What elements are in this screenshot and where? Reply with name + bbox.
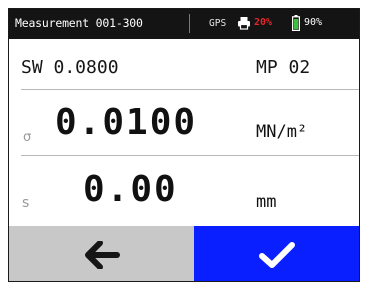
battery-level: 90% <box>304 17 323 28</box>
checkmark-icon <box>259 242 295 268</box>
s-value: 0.00 <box>83 169 178 210</box>
sigma-label: σ <box>23 130 32 145</box>
battery-icon <box>292 15 300 31</box>
sw-value: SW 0.0800 <box>21 57 119 78</box>
sigma-value: 0.0100 <box>55 102 198 143</box>
s-label: s <box>22 195 30 211</box>
printer-level: 20% <box>254 17 273 28</box>
s-unit: mm <box>256 192 277 212</box>
divider <box>21 89 359 90</box>
confirm-button[interactable] <box>194 226 359 281</box>
measurement-title: Measurement 001-300 <box>15 16 143 30</box>
status-bar: Measurement 001-300 GPS 20% 90% <box>9 9 359 39</box>
printer-icon <box>238 17 250 30</box>
gps-indicator: GPS <box>209 18 227 29</box>
device-screen: Measurement 001-300 GPS 20% 90% SW 0.080… <box>8 8 360 282</box>
arrow-left-icon <box>85 241 120 269</box>
status-separator <box>189 14 190 33</box>
back-button[interactable] <box>9 226 194 281</box>
sigma-unit: MN/m² <box>256 122 308 142</box>
divider <box>21 155 359 156</box>
mp-value: MP 02 <box>256 57 311 78</box>
